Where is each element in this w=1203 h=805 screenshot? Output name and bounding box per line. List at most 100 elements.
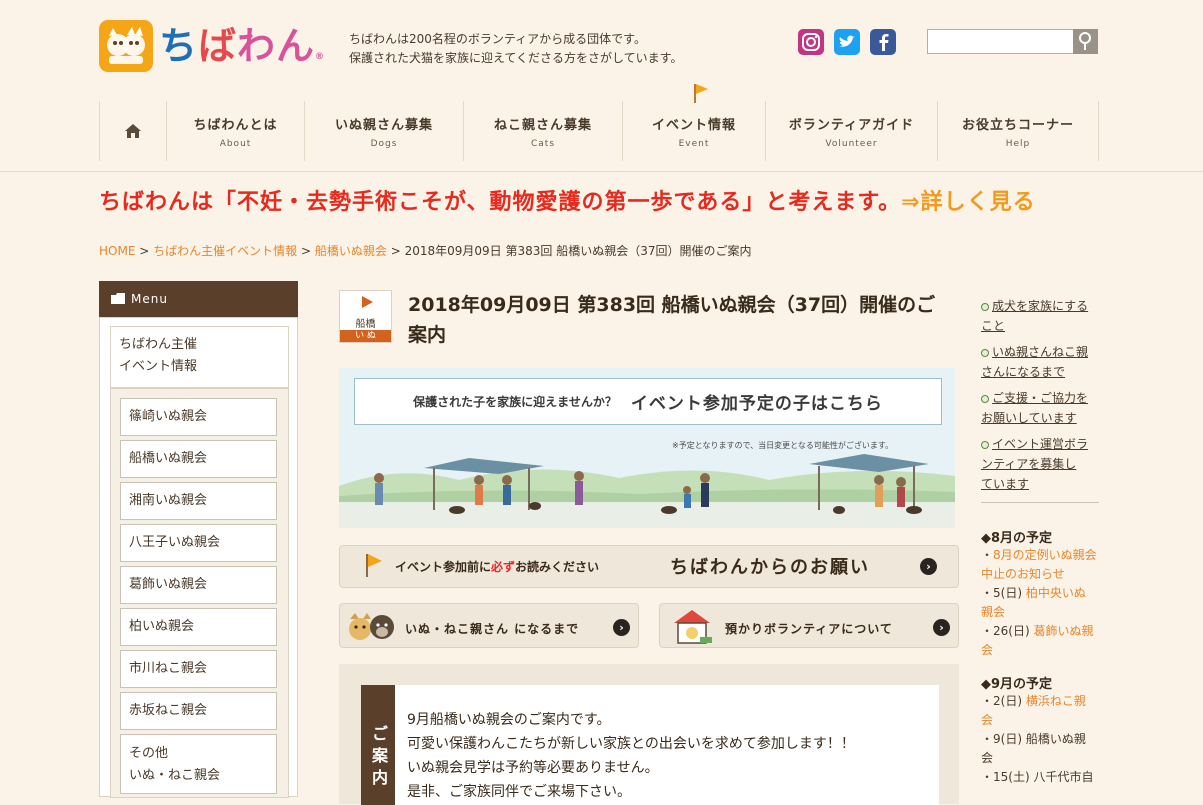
schedule-link[interactable]: 親会	[981, 605, 1005, 619]
bullet-icon	[981, 302, 989, 311]
twitter-icon[interactable]	[834, 29, 860, 55]
sidebar-item-akasaka[interactable]: 赤坂ねこ親会	[120, 692, 277, 730]
facebook-icon[interactable]	[870, 29, 896, 55]
schedule-september-heading: ◆9月の予定	[981, 677, 1053, 692]
bullet-icon	[981, 394, 989, 403]
info-line: 9月船橋いぬ親会のご案内です。	[407, 712, 611, 728]
schedule-item: ・8月の定例いぬ親会 中止のお知らせ	[981, 546, 1099, 584]
breadcrumb-current: 2018年09月09日 第383回 船橋いぬ親会（37回）開催のご案内	[404, 244, 752, 258]
right-link-become-parent[interactable]: いぬ親さんねこ親 さんになるまで	[981, 342, 1099, 382]
logo-char-1: ち	[159, 24, 199, 68]
breadcrumb-home[interactable]: HOME	[99, 244, 135, 258]
nav-label: ちばわんとは	[193, 117, 278, 133]
sidebar-item-shinozaki[interactable]: 篠崎いぬ親会	[120, 398, 277, 436]
sidebar-item-label: ちばわん主催	[119, 337, 198, 352]
nav-home[interactable]	[99, 101, 166, 161]
schedule-item: ・26(日) 葛飾いぬ親 会	[981, 622, 1099, 660]
sidebar-item-ichikawa[interactable]: 市川ねこ親会	[120, 650, 277, 688]
hero-cta-lead: 保護された子を家族に迎えませんか？	[413, 395, 617, 409]
search-button[interactable]	[1073, 29, 1098, 54]
house-icon	[674, 610, 712, 644]
nav-dogs[interactable]: いぬ親さん募集 Dogs	[304, 101, 463, 161]
breadcrumb-separator: >	[300, 244, 312, 258]
logo-wordmark: ちばわん®	[159, 22, 325, 81]
sidebar-item-hachioji[interactable]: 八王子いぬ親会	[120, 524, 277, 562]
hero-cta-box[interactable]: 保護された子を家族に迎えませんか？ イベント参加予定の子はこちら	[354, 378, 942, 425]
nav-sublabel: Event	[678, 138, 710, 149]
schedule-item: ・15(土) 八千代市自	[981, 768, 1099, 787]
right-link-event-volunteer[interactable]: イベント運営ボラ ンティアを募集し ています	[981, 434, 1099, 494]
spay-neuter-headline: ちばわんは「不妊・去勢手術こそが、動物愛護の第一歩である」と考えます。⇒詳しく見…	[99, 184, 1036, 216]
arrow-right-icon: ›	[933, 619, 950, 636]
sidebar-item-label: イベント情報	[119, 359, 198, 374]
site-logo[interactable]: ちばわん®	[99, 20, 329, 74]
nav-volunteer[interactable]: ボランティアガイド Volunteer	[765, 101, 937, 161]
sidebar-item-label: いぬ・ねこ親会	[129, 768, 221, 783]
right-link-text: イベント運営ボラ	[992, 437, 1089, 451]
logo-registered-mark: ®	[315, 52, 326, 62]
schedule-august-heading: ◆8月の予定	[981, 531, 1053, 546]
search-icon	[1079, 32, 1091, 50]
request-lead: イベント参加前に必ずお読みください	[395, 558, 599, 575]
schedule-item: ・5(日) 柏中央いぬ 親会	[981, 584, 1099, 622]
headline-more-link[interactable]: ⇒詳しく見る	[901, 190, 1035, 215]
headline-text: ちばわんは「不妊・去勢手術こそが、動物愛護の第一歩である」と考えます。	[99, 190, 902, 215]
folder-icon	[111, 293, 125, 304]
right-link-support[interactable]: ご支援・ご協力を お願いしています	[981, 388, 1099, 428]
info-line: いぬ親会見学は予約等必要ありません。	[407, 760, 659, 776]
info-line: 是非、ご家族同伴でご来場下さい。	[407, 784, 631, 800]
right-link-text: ンティアを募集し	[981, 457, 1077, 471]
sidebar-item-other[interactable]: その他 いぬ・ねこ親会	[120, 734, 277, 794]
sidebar-item-shonan[interactable]: 湘南いぬ親会	[120, 482, 277, 520]
schedule-link[interactable]: 柏中央いぬ	[1026, 586, 1086, 600]
nav-event[interactable]: イベント情報 Event	[622, 101, 765, 161]
schedule-current: 会	[981, 751, 994, 765]
schedule-link[interactable]: 会	[981, 643, 993, 657]
schedule-date: ・15(土)	[981, 770, 1034, 784]
right-link-text: ご支援・ご協力を	[992, 391, 1089, 405]
nav-label: ボランティアガイド	[788, 117, 915, 133]
arrow-right-icon: ›	[920, 558, 937, 575]
breadcrumb-events[interactable]: ちばわん主催イベント情報	[153, 244, 297, 258]
right-link-text: お願いしています	[981, 411, 1077, 425]
arrow-right-icon: ›	[613, 619, 630, 636]
schedule-item: ・9(日) 船橋いぬ親 会	[981, 730, 1099, 768]
request-title: ちばわんからのお願い	[670, 557, 870, 578]
tagline-line-1: ちばわんは200名程のボランティアから成る団体です。	[349, 32, 646, 46]
schedule-link[interactable]: 会	[981, 713, 993, 727]
foster-volunteer-label: 預かりボランティアについて	[725, 622, 893, 636]
schedule-link[interactable]: 横浜ねこ親	[1026, 694, 1086, 708]
schedule-link[interactable]: 葛飾いぬ親	[1033, 624, 1093, 638]
nav-cats[interactable]: ねこ親さん募集 Cats	[463, 101, 622, 161]
schedule-date: ・2(日)	[981, 694, 1026, 708]
sidebar-item-event-info[interactable]: ちばわん主催 イベント情報	[110, 326, 289, 388]
flag-icon	[362, 296, 373, 308]
schedule-date: ・26(日)	[981, 624, 1034, 638]
nav-sublabel: Help	[1005, 138, 1031, 149]
breadcrumb-separator: >	[390, 244, 401, 258]
breadcrumb-separator: >	[139, 244, 150, 258]
schedule-date: ・	[981, 548, 994, 562]
hero-cta-main: イベント参加予定の子はこちら	[630, 394, 883, 414]
sidebar-item-kashiwa[interactable]: 柏いぬ親会	[120, 608, 277, 646]
sidebar-item-funabashi[interactable]: 船橋いぬ親会	[120, 440, 277, 478]
right-link-adult-dog[interactable]: 成犬を家族にする こと	[981, 296, 1099, 336]
bullet-icon	[981, 348, 989, 357]
right-link-text: ています	[981, 477, 1030, 491]
bullet-icon	[981, 440, 989, 449]
main-nav: ちばわんとは About いぬ親さん募集 Dogs ねこ親さん募集 Cats イ…	[99, 101, 1099, 161]
nav-sublabel: About	[219, 138, 252, 149]
logo-char-2: ば	[198, 24, 238, 68]
right-link-text: こと	[981, 319, 1006, 333]
schedule-link[interactable]: 中止のお知らせ	[981, 567, 1065, 581]
breadcrumb-funabashi[interactable]: 船橋いぬ親会	[315, 244, 387, 258]
sidebar-item-katsushika[interactable]: 葛飾いぬ親会	[120, 566, 277, 604]
nav-about[interactable]: ちばわんとは About	[166, 101, 304, 161]
instagram-icon[interactable]	[798, 29, 824, 55]
search-input[interactable]	[927, 29, 1097, 54]
request-suffix: お読みください	[515, 560, 600, 574]
schedule-current: 船橋いぬ親	[1025, 732, 1086, 746]
schedule-link[interactable]: 8月の定例いぬ親会	[993, 548, 1097, 562]
site-tagline: ちばわんは200名程のボランティアから成る団体です。 保護された犬猫を家族に迎え…	[349, 30, 682, 68]
nav-help[interactable]: お役立ちコーナー Help	[937, 101, 1099, 161]
